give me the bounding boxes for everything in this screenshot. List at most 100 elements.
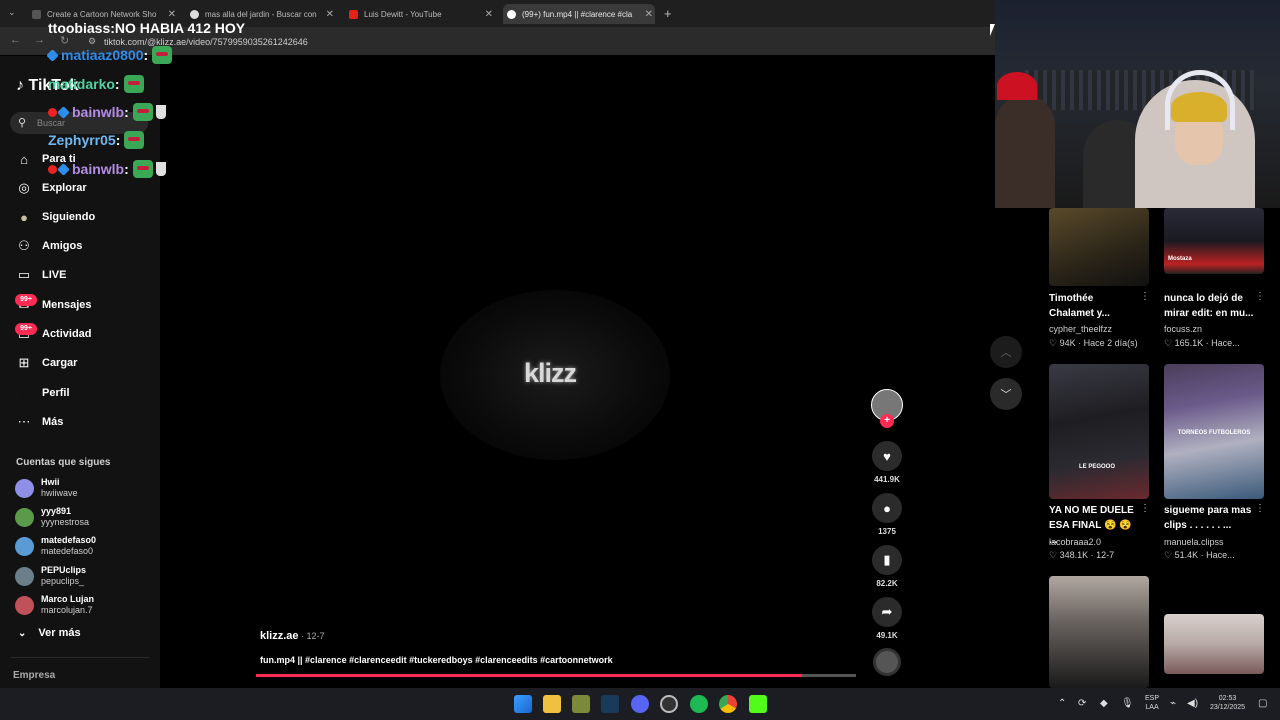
divider [10,657,150,658]
save-button[interactable]: ▮ 82.2K [872,545,902,588]
sidebar-item-cargar[interactable]: ⊞ Cargar [14,352,154,374]
emote-icon [124,131,145,149]
followed-account-item[interactable]: PEPUclips pepuclips_ [15,563,86,589]
previous-video-button[interactable]: ︿ [990,336,1022,368]
video-thumbnail[interactable] [1049,576,1149,688]
video-card-stats: ♡ 165.1K · Hace... [1164,338,1240,348]
search-icon: ⚲ [18,117,27,129]
volume-icon[interactable]: ◀) [1187,698,1198,709]
more-options-icon[interactable]: ⋮ [1255,503,1265,514]
next-video-button[interactable]: ﹀ [990,378,1022,410]
tab-list-dropdown-icon[interactable]: ⌄ [8,7,16,18]
input-language[interactable]: ESP LAA [1145,694,1159,712]
steam-icon[interactable] [601,695,619,713]
chat-message: Zephyrr05: [48,131,145,149]
bookmark-icon: ▮ [883,552,891,567]
sidebar-item-mas[interactable]: ⋯ Más [14,411,154,433]
footer-link-empresa[interactable]: Empresa [13,670,55,681]
video-card-title[interactable]: sigueme para mas clips . . . . . . ... [1164,503,1256,533]
video-card-author[interactable]: focuss.zn [1164,324,1202,334]
comment-button[interactable]: ● 1375 [872,493,902,536]
youtube-icon [349,9,358,19]
more-options-icon[interactable]: ⋮ [1255,291,1265,302]
new-tab-button[interactable]: + [664,6,672,21]
share-button[interactable]: ➦ 49.1K [872,597,902,640]
chevron-up-icon: ︿ [1000,347,1012,359]
video-card-stats: ♡ 348.1K · 12-7 [1049,550,1115,560]
browser-tab-4-active[interactable]: (99+) fun.mp4 || #clarence #cla ✕ [503,4,655,24]
emote-icon [152,46,173,64]
heart-icon: ♥ [883,448,891,464]
video-card-title[interactable]: Timothée Chalamet y... [1049,291,1139,321]
sidebar-item-explorar[interactable]: ◎ Explorar [14,177,154,199]
sidebar-item-live[interactable]: ▭ LIVE [14,264,154,286]
video-thumbnail[interactable] [1049,208,1149,286]
tiktok-icon [507,9,516,19]
chat-message: bainwlb: [48,160,166,178]
close-tab-icon[interactable]: ✕ [485,9,493,20]
video-card-author[interactable]: manuela.clipss [1164,537,1224,547]
more-options-icon[interactable]: ⋮ [1140,291,1150,302]
video-author[interactable]: klizz.ae · 12-7 [260,630,325,642]
music-disc-icon[interactable] [873,648,901,676]
windows-start-icon[interactable] [514,695,532,713]
close-tab-icon[interactable]: ✕ [645,9,653,20]
notification-icon[interactable]: ▢ [1258,698,1267,709]
video-card-title[interactable]: nunca lo dejó de mirar edit: en mu... [1164,291,1254,321]
sidebar-item-perfil[interactable]: ● Perfil [14,382,154,404]
santa-hat [997,72,1037,100]
comment-icon: ● [883,500,891,516]
sync-icon[interactable]: ⟳ [1078,698,1086,709]
tiktok-note-icon: ♪ [16,77,24,94]
video-card-author[interactable]: cypher_theelfzz [1049,324,1112,334]
chevron-down-icon: ﹀ [1000,389,1012,401]
video-progress-bar[interactable] [256,674,856,677]
video-card-author[interactable]: lacobraaa2.0 [1049,537,1101,547]
webcam-overlay [995,0,1280,208]
followed-account-item[interactable]: matedefaso0 matedefaso0 [15,533,96,559]
followed-account-item[interactable]: Hwii hwiiwave [15,475,78,501]
followed-account-item[interactable]: Marco Lujan marcolujan.7 [15,592,94,618]
system-clock[interactable]: 02:53 23/12/2025 [1210,694,1245,712]
back-icon[interactable]: ← [10,34,21,46]
video-thumbnail[interactable]: TORNEOS FUTBOLEROS [1164,364,1264,499]
forward-icon[interactable]: → [34,34,45,46]
profile-icon: ● [20,385,28,401]
close-tab-icon[interactable]: ✕ [326,9,334,20]
network-icon[interactable]: ⌁ [1170,698,1176,709]
chat-message: matidarko: [48,75,144,93]
discord-icon[interactable] [631,695,649,713]
security-icon[interactable]: ◆ [1100,698,1108,709]
see-more-button[interactable]: ⌄ Ver más [18,627,81,639]
minecraft-icon[interactable] [572,695,590,713]
activity-badge: 99+ [15,323,37,335]
chrome-icon[interactable] [719,695,737,713]
emote-icon [132,160,153,178]
video-thumbnail[interactable]: Mostaza [1164,208,1264,274]
file-explorer-icon[interactable] [543,695,561,713]
avatar [15,595,34,615]
video-thumbnail[interactable]: LE PEGOOO [1049,364,1149,499]
chat-message: matiaaz0800: [46,46,173,64]
avatar [15,536,34,556]
spotify-icon[interactable] [690,695,708,713]
google-icon [190,9,199,19]
sidebar-item-amigos[interactable]: ⚇ Amigos [14,235,154,257]
like-button[interactable]: ♥ 441.9K [872,441,902,484]
microphone-icon[interactable]: 🎙 [1121,698,1134,709]
followed-account-item[interactable]: yyy891 yyynestrosa [15,504,89,530]
video-thumbnail[interactable] [1164,614,1264,674]
browser-tab-3[interactable]: Luis Dewitt - YouTube ✕ [345,4,495,24]
compass-icon: ◎ [18,180,30,195]
more-options-icon[interactable]: ⋮ [1140,503,1150,514]
home-icon: ⌂ [20,151,28,167]
close-tab-icon[interactable]: ✕ [168,9,176,20]
video-date: 12-7 [306,631,325,641]
tray-chevron-icon[interactable]: ⌃ [1058,698,1066,709]
kick-icon[interactable] [749,695,767,713]
cup-emote-icon [155,105,166,119]
follow-plus-icon[interactable]: + [880,414,894,428]
obs-icon[interactable] [660,695,678,713]
avatar [15,507,34,527]
sidebar-item-siguiendo[interactable]: ● Siguiendo [14,206,154,228]
